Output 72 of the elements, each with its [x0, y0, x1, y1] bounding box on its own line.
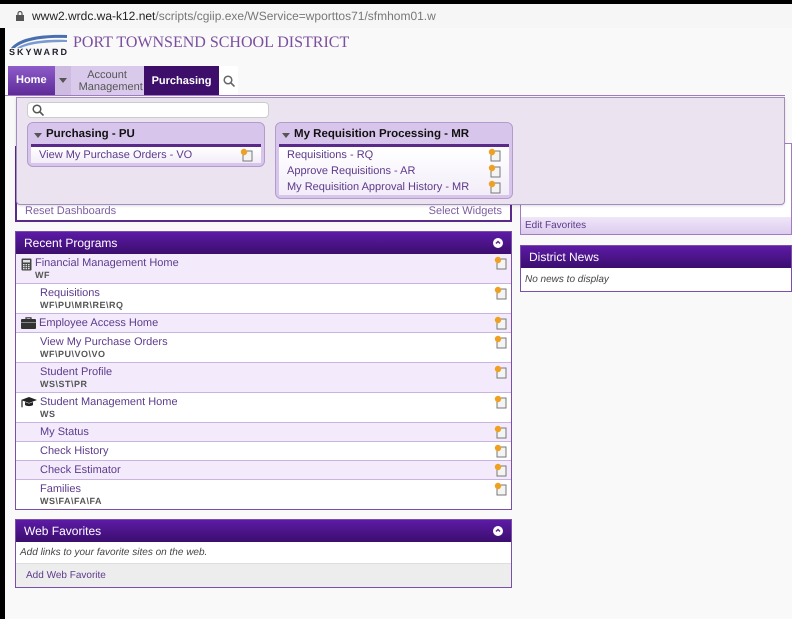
edit-favorites-link[interactable]: Edit Favorites — [521, 217, 791, 234]
calculator-icon — [21, 258, 32, 271]
home-dropdown-button[interactable] — [54, 66, 71, 95]
home-tab[interactable]: Home — [8, 66, 55, 95]
add-favorite-icon[interactable] — [494, 463, 507, 477]
program-row[interactable]: Requisitions WF\PU\MR\RE\RQ — [16, 284, 511, 314]
menu-group-header[interactable]: Purchasing - PU — [31, 126, 138, 144]
menu-group-header[interactable]: My Requisition Processing - MR — [279, 126, 472, 144]
add-favorite-icon[interactable] — [494, 482, 507, 496]
panel-title: District News — [529, 249, 600, 266]
program-name[interactable]: View My Purchase Orders — [40, 335, 491, 349]
program-row[interactable]: Check Estimator — [16, 461, 511, 480]
graduation-cap-icon — [21, 397, 37, 409]
panel-title: Recent Programs — [24, 235, 118, 252]
collapse-icon[interactable] — [493, 526, 503, 536]
lock-icon — [16, 11, 24, 21]
program-row[interactable]: Check History — [16, 442, 511, 461]
program-name[interactable]: Check History — [40, 444, 491, 458]
program-row[interactable]: Student Management Home WS — [16, 393, 511, 423]
search-icon — [32, 104, 44, 116]
skyward-logo: SKYWARD — [9, 32, 73, 57]
add-favorite-icon[interactable] — [494, 365, 507, 379]
search-button[interactable] — [219, 66, 238, 95]
nav-tab[interactable]: Account Management — [70, 66, 144, 95]
caret-icon — [58, 78, 67, 83]
add-favorite-icon[interactable] — [494, 335, 507, 349]
district-news-note: No news to display — [524, 273, 610, 287]
menu-search-field[interactable] — [27, 102, 269, 118]
program-row[interactable]: My Status — [16, 423, 511, 442]
program-row[interactable]: Student Profile WS\ST\PR — [16, 363, 511, 393]
program-name[interactable]: My Status — [40, 425, 491, 439]
program-code: WS\ST\PR — [40, 379, 89, 390]
add-favorite-icon[interactable] — [488, 148, 501, 162]
add-favorite-icon[interactable] — [240, 148, 253, 162]
nav-tab[interactable]: Purchasing — [144, 66, 220, 95]
collapse-icon[interactable] — [493, 238, 503, 248]
add-favorite-icon[interactable] — [494, 256, 507, 270]
program-code: WS\FA\FA\FA — [40, 496, 104, 507]
add-favorite-icon[interactable] — [494, 444, 507, 458]
add-favorite-icon[interactable] — [488, 180, 501, 194]
program-name[interactable]: Families — [40, 482, 491, 496]
menu-item-link[interactable]: Approve Requisitions - AR — [287, 162, 416, 180]
program-name[interactable]: Requisitions — [40, 286, 491, 300]
add-favorite-icon[interactable] — [494, 425, 507, 439]
expanded-caret-icon — [34, 132, 42, 138]
briefcase-icon — [21, 317, 36, 329]
search-icon — [222, 74, 235, 86]
panel-title: Web Favorites — [24, 523, 102, 540]
program-name[interactable]: Financial Management Home — [35, 256, 491, 270]
menu-item-link[interactable]: My Requisition Approval History - MR — [287, 178, 470, 196]
district-title: PORT TOWNSEND SCHOOL DISTRICT — [73, 33, 350, 53]
select-widgets-link[interactable]: Select Widgets — [428, 202, 502, 219]
program-code: WF — [35, 270, 51, 281]
program-row[interactable]: Financial Management Home WF — [16, 254, 511, 284]
program-name[interactable]: Check Estimator — [40, 463, 491, 477]
program-code: WF\PU\MR\RE\RQ — [40, 300, 124, 311]
reset-dashboards-link[interactable]: Reset Dashboards — [25, 202, 116, 219]
program-row[interactable]: View My Purchase Orders WF\PU\VO\VO — [16, 333, 511, 363]
add-web-favorite-link[interactable]: Add Web Favorite — [16, 564, 511, 587]
program-name[interactable]: Employee Access Home — [39, 316, 491, 330]
menu-item-link[interactable]: Requisitions - RQ — [287, 146, 374, 164]
expanded-caret-icon — [282, 132, 290, 138]
add-favorite-icon[interactable] — [494, 395, 507, 409]
add-favorite-icon[interactable] — [488, 164, 501, 178]
add-favorite-icon[interactable] — [494, 286, 507, 300]
program-code: WF\PU\VO\VO — [40, 349, 107, 360]
program-name[interactable]: Student Profile — [40, 365, 491, 379]
url-text: www2.wrdc.wa-k12.net/scripts/cgiip.exe/WService=wporttos71/sfmhom01.w — [32, 8, 436, 25]
program-name[interactable]: Student Management Home — [40, 395, 491, 409]
program-row[interactable]: Employee Access Home — [16, 314, 511, 333]
program-code: WS — [40, 409, 56, 420]
add-favorite-icon[interactable] — [494, 316, 507, 330]
